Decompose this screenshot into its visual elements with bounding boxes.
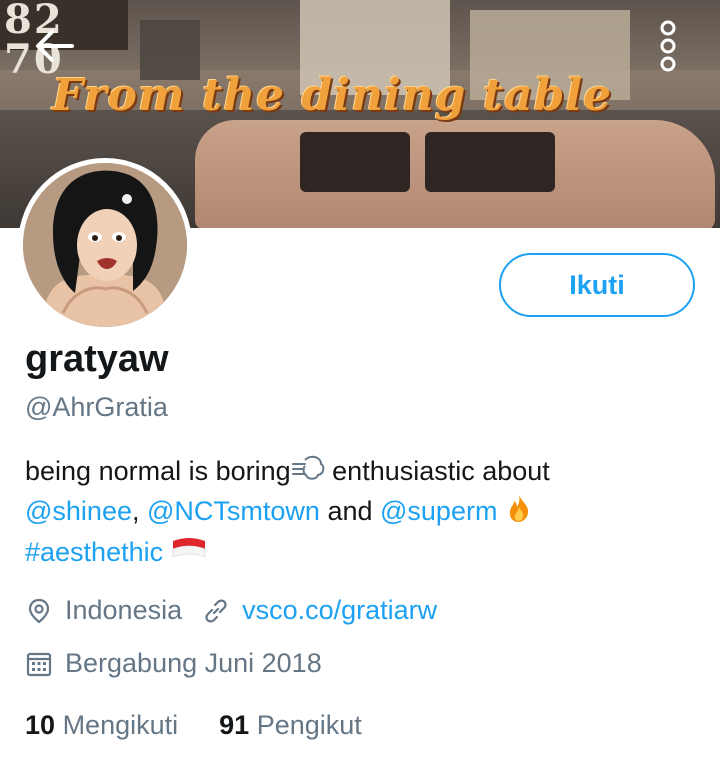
mention-link[interactable]: @superm — [380, 496, 497, 526]
followers-label: Pengikut — [256, 710, 362, 740]
follow-stats: 10 Mengikuti 91 Pengikut — [25, 710, 362, 741]
display-name: gratyaw — [25, 338, 169, 380]
mention-link[interactable]: @NCTsmtown — [147, 496, 320, 526]
joined-row: Bergabung Juni 2018 — [25, 648, 322, 679]
profile-bio: being normal is boring enthusiastic abou… — [25, 452, 705, 573]
banner-car-window — [425, 132, 555, 192]
bio-text: being normal is boring — [25, 456, 291, 486]
bio-text: and — [319, 495, 380, 526]
location-pin-icon — [25, 597, 53, 625]
following-count: 10 — [25, 710, 56, 740]
location-text: Indonesia — [65, 595, 183, 625]
following-stat[interactable]: 10 Mengikuti — [25, 710, 178, 740]
back-button[interactable] — [32, 26, 76, 66]
link-icon — [202, 597, 230, 625]
fire-emoji-icon — [505, 493, 533, 533]
arrow-left-icon — [36, 30, 74, 62]
bio-text: enthusiastic about — [324, 456, 550, 486]
more-options-button[interactable] — [655, 18, 681, 76]
avatar-illustration — [23, 163, 187, 327]
hashtag-link[interactable]: #aesthethic — [25, 537, 163, 567]
follow-button[interactable]: Ikuti — [499, 253, 695, 317]
indonesia-flag-icon — [171, 535, 207, 573]
followers-count: 91 — [219, 710, 250, 740]
mention-link[interactable]: @shinee — [25, 496, 132, 526]
website-link[interactable]: vsco.co/gratiarw — [242, 595, 437, 626]
avatar-image — [23, 163, 187, 327]
followers-stat[interactable]: 91 Pengikut — [219, 710, 362, 740]
more-vertical-icon — [660, 20, 676, 72]
dash-emoji-icon — [291, 454, 325, 492]
banner-title: From the dining table — [52, 70, 613, 121]
joined-date: Bergabung Juni 2018 — [65, 648, 322, 678]
avatar[interactable] — [18, 158, 192, 332]
following-label: Mengikuti — [62, 710, 179, 740]
username-handle: @AhrGratia — [25, 392, 168, 422]
location-website-row: Indonesia vsco.co/gratiarw — [25, 595, 437, 626]
calendar-icon — [25, 650, 53, 678]
bio-text: , — [131, 495, 147, 526]
banner-car-window — [300, 132, 410, 192]
